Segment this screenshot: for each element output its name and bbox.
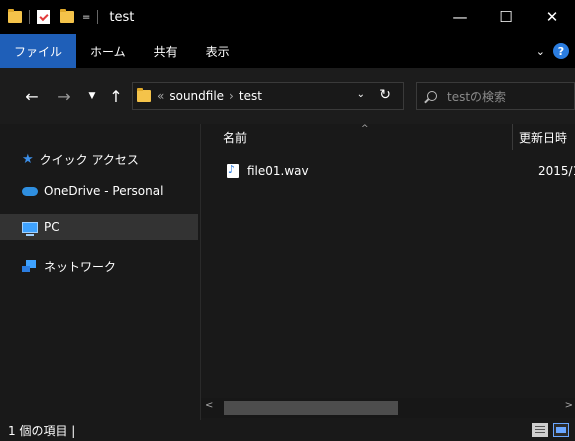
column-header-name[interactable]: 名前 bbox=[223, 129, 247, 146]
tab-view[interactable]: 表示 bbox=[192, 34, 244, 68]
refresh-icon[interactable]: ↻ bbox=[379, 87, 391, 103]
toolbar-divider bbox=[29, 10, 30, 24]
file-list: ^ 名前 更新日時 file01.wav 2015/12/ bbox=[201, 124, 575, 420]
sidebar-item-quick-access[interactable]: ★ クイック アクセス bbox=[0, 146, 198, 172]
address-dropdown-icon[interactable]: ⌄ bbox=[357, 89, 365, 100]
scroll-right-icon[interactable]: > bbox=[565, 400, 573, 411]
scrollbar-thumb[interactable] bbox=[224, 401, 398, 415]
list-item[interactable]: file01.wav 2015/12/ bbox=[201, 160, 575, 182]
qat-dropdown-icon[interactable]: = bbox=[82, 12, 90, 23]
status-bar: 1 個の項目 | bbox=[0, 420, 575, 441]
network-icon bbox=[22, 260, 38, 272]
window-controls: — ☐ ✕ bbox=[437, 0, 575, 34]
search-input[interactable]: testの検索 bbox=[416, 82, 575, 110]
sidebar-item-label: ネットワーク bbox=[44, 259, 117, 274]
folder-icon bbox=[137, 88, 151, 102]
ribbon-right-controls: ⌄ ? bbox=[536, 34, 569, 68]
expand-ribbon-icon[interactable]: ⌄ bbox=[536, 45, 545, 58]
item-count: 1 個の項目 | bbox=[8, 424, 76, 438]
breadcrumb-overflow-icon[interactable]: « bbox=[157, 89, 164, 103]
sidebar-item-pc[interactable]: PC bbox=[0, 214, 198, 240]
breadcrumb-separator-icon[interactable]: › bbox=[229, 89, 234, 103]
forward-button[interactable]: → bbox=[52, 84, 76, 108]
search-placeholder: testの検索 bbox=[447, 89, 507, 104]
tab-home[interactable]: ホーム bbox=[76, 34, 140, 68]
search-icon bbox=[427, 91, 437, 101]
maximize-button[interactable]: ☐ bbox=[483, 0, 529, 34]
sidebar-item-label: OneDrive - Personal bbox=[44, 184, 164, 198]
sidebar-item-onedrive[interactable]: OneDrive - Personal bbox=[0, 178, 198, 204]
navigation-bar: ← → ▼ ↑ « soundfile › test ⌄ ↻ testの検索 bbox=[0, 68, 575, 124]
column-divider[interactable] bbox=[512, 124, 513, 150]
minimize-button[interactable]: — bbox=[437, 0, 483, 34]
column-header-date[interactable]: 更新日時 bbox=[519, 129, 567, 146]
sidebar-item-label: クイック アクセス bbox=[39, 152, 139, 167]
view-toggle bbox=[532, 423, 569, 437]
address-bar[interactable]: « soundfile › test ⌄ ↻ bbox=[132, 82, 404, 110]
computer-icon bbox=[22, 221, 38, 236]
breadcrumb-soundfile[interactable]: soundfile bbox=[169, 89, 224, 103]
close-button[interactable]: ✕ bbox=[529, 0, 575, 34]
help-icon[interactable]: ? bbox=[553, 43, 569, 59]
window-title: test bbox=[109, 9, 135, 25]
folder-icon bbox=[8, 9, 22, 23]
back-button[interactable]: ← bbox=[20, 84, 44, 108]
recent-locations-icon[interactable]: ▼ bbox=[84, 84, 100, 108]
scroll-left-icon[interactable]: < bbox=[205, 400, 213, 411]
ribbon-tabs: ファイル ホーム 共有 表示 ⌄ ? bbox=[0, 34, 575, 68]
sort-ascending-icon: ^ bbox=[361, 124, 369, 134]
properties-icon[interactable] bbox=[37, 10, 50, 24]
up-button[interactable]: ↑ bbox=[104, 84, 128, 108]
column-header-row: ^ 名前 更新日時 bbox=[201, 124, 575, 150]
details-view-icon[interactable] bbox=[532, 423, 548, 437]
sidebar-item-label: PC bbox=[44, 220, 60, 234]
star-icon: ★ bbox=[22, 151, 34, 167]
large-icons-view-icon[interactable] bbox=[553, 423, 569, 437]
tab-share[interactable]: 共有 bbox=[140, 34, 192, 68]
sidebar-item-network[interactable]: ネットワーク bbox=[0, 253, 198, 279]
title-bar: = test — ☐ ✕ bbox=[0, 0, 575, 34]
audio-file-icon bbox=[227, 163, 239, 178]
navigation-pane: ★ クイック アクセス OneDrive - Personal PC ネットワー… bbox=[0, 124, 200, 420]
toolbar-divider bbox=[97, 10, 99, 24]
file-name: file01.wav bbox=[247, 164, 309, 178]
horizontal-scrollbar[interactable]: < > bbox=[201, 398, 575, 418]
new-folder-icon[interactable] bbox=[60, 9, 74, 23]
quick-access-toolbar: = bbox=[0, 0, 101, 34]
cloud-icon bbox=[22, 186, 38, 196]
breadcrumb-test[interactable]: test bbox=[239, 89, 262, 103]
tab-file[interactable]: ファイル bbox=[0, 34, 77, 68]
file-date: 2015/12/ bbox=[538, 164, 575, 178]
